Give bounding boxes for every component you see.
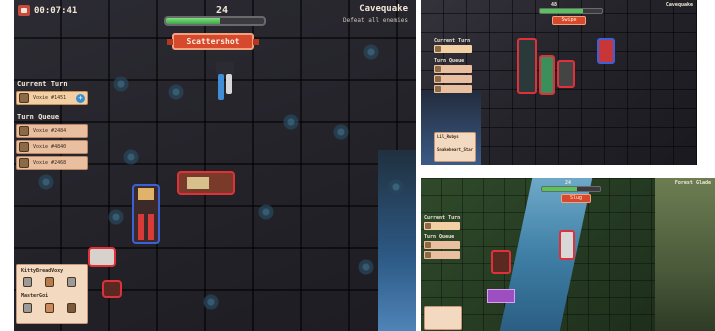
crystal-tile: [104, 205, 128, 229]
ability-banner[interactable]: Swipe: [552, 16, 586, 25]
tombstone-icon: [23, 303, 32, 313]
unit-body: [187, 177, 209, 189]
record-icon: [18, 5, 30, 16]
voxie-face-icon: [45, 303, 54, 313]
player-unit[interactable]: [212, 62, 238, 102]
ally-unit[interactable]: [132, 184, 160, 244]
queue-item[interactable]: [434, 75, 472, 83]
timer-text: 00:07:41: [34, 5, 78, 16]
unit-portrait: [19, 126, 29, 136]
unit-portrait: [19, 93, 29, 103]
hp-value: 24: [215, 5, 229, 16]
crystal-tile: [384, 175, 408, 199]
voxie-face-icon: [45, 277, 54, 287]
current-turn-unit: Voxie #1451: [33, 95, 67, 101]
main-game-view[interactable]: 00:07:41 24 Scattershot Cavequake Defeat…: [14, 0, 416, 331]
unit-leg: [218, 74, 224, 100]
current-turn-label: Current Turn: [17, 80, 68, 88]
enemy-unit[interactable]: [88, 247, 116, 267]
map-name: Forest Glade: [674, 180, 711, 186]
ally-unit[interactable]: [597, 38, 615, 64]
enemy-unit[interactable]: [491, 250, 511, 274]
queue-item[interactable]: [424, 241, 460, 249]
queue-item[interactable]: Voxie #2484: [16, 124, 88, 138]
crystal-tile: [279, 110, 303, 134]
highlighted-tile[interactable]: [487, 289, 515, 303]
secondary-game-view-forest[interactable]: 24 Slug Forest Glade Current Turn Turn Q…: [421, 178, 715, 331]
queue-item[interactable]: [424, 251, 460, 259]
roster-title: Lil_Rubys: [437, 134, 459, 139]
hp-bar-fill: [166, 18, 220, 24]
turn-queue-label: Turn Queue: [17, 113, 60, 121]
enemy-unit[interactable]: [102, 280, 122, 298]
queue-item[interactable]: [434, 65, 472, 73]
queue-unit-name: Voxie #4840: [33, 144, 67, 150]
roster-subtitle: Snakeheart_Star: [437, 147, 474, 152]
current-turn-label: Current Turn: [434, 38, 471, 44]
queue-unit-name: Voxie #2484: [33, 128, 67, 134]
crystal-tile: [164, 80, 188, 104]
crystal-tile: [329, 120, 353, 144]
turn-queue-label: Turn Queue: [424, 234, 455, 240]
secondary-game-view-cave[interactable]: 48 Swipe Cavequake Current Turn Turn Que…: [421, 0, 697, 165]
hp-bar-fill: [542, 187, 577, 191]
current-turn-label: Current Turn: [424, 215, 461, 221]
tombstone-icon: [23, 277, 32, 287]
hp-bar: [539, 8, 603, 14]
enemy-unit[interactable]: [517, 38, 537, 94]
crystal-tile: [354, 255, 378, 279]
enemy-unit[interactable]: [557, 60, 575, 88]
team-roster[interactable]: Lil_Rubys Snakeheart_Star: [434, 132, 476, 162]
unit-portrait: [19, 158, 29, 168]
tombstone-icon: [67, 277, 76, 287]
roster-subtitle: MasterGoi: [21, 293, 49, 299]
turn-queue-label: Turn Queue: [434, 58, 465, 64]
team-roster[interactable]: KittyBreadVoxy MasterGoi: [16, 264, 88, 324]
crystal-tile: [109, 72, 133, 96]
current-turn-card[interactable]: [424, 222, 460, 230]
ability-banner[interactable]: Slug: [561, 194, 591, 203]
unit-head: [138, 188, 154, 200]
crystal-tile: [254, 200, 278, 224]
crystal-tile: [119, 145, 143, 169]
queue-item[interactable]: Voxie #4840: [16, 140, 88, 154]
enemy-unit[interactable]: [539, 55, 555, 95]
unit-head: [216, 62, 234, 74]
enemy-unit[interactable]: [177, 171, 235, 195]
map-name: Cavequake: [359, 4, 408, 14]
crystal-tile: [359, 40, 383, 64]
hp-bar: [541, 186, 601, 192]
objective-text: Defeat all enemies: [342, 17, 408, 24]
plus-icon[interactable]: +: [76, 93, 85, 103]
crystal-tile: [34, 170, 58, 194]
queue-item[interactable]: Voxie #2468: [16, 156, 88, 170]
current-turn-card[interactable]: [434, 45, 472, 53]
unit-leg: [138, 214, 144, 240]
roster-title: KittyBreadVoxy: [21, 268, 64, 274]
queue-item[interactable]: [434, 85, 472, 93]
ability-banner[interactable]: Scattershot: [167, 33, 259, 50]
hp-bar-fill: [540, 9, 584, 13]
unit-leg: [148, 214, 154, 240]
match-timer: 00:07:41: [18, 5, 77, 16]
cliff-backdrop: [655, 178, 715, 331]
queue-unit-name: Voxie #2468: [33, 160, 67, 166]
unit-leg: [226, 74, 232, 94]
team-roster[interactable]: [424, 306, 462, 330]
unit-portrait: [19, 142, 29, 152]
enemy-unit[interactable]: [559, 230, 575, 260]
current-turn-card[interactable]: Voxie #1451 +: [16, 91, 88, 105]
voxie-face-icon: [67, 303, 76, 313]
crystal-tile: [199, 290, 223, 314]
map-name: Cavequake: [665, 2, 693, 8]
hp-bar: [164, 16, 266, 26]
